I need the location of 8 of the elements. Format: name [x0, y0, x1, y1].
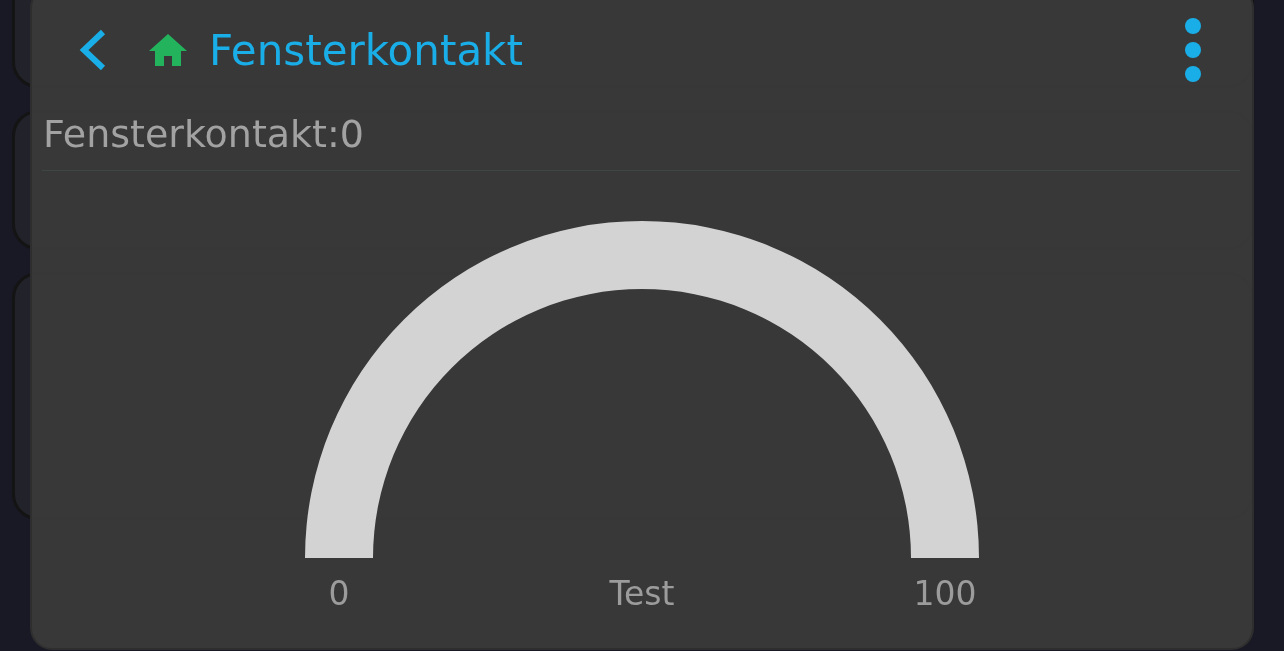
gauge-max-label: 100: [913, 574, 977, 613]
dialog-title: Fensterkontakt: [209, 25, 524, 75]
home-icon[interactable]: [149, 34, 187, 66]
sensor-reading: Fensterkontakt:0: [43, 112, 365, 156]
gauge-min-label: 0: [328, 574, 350, 613]
gauge-label: Test: [609, 574, 675, 613]
back-icon[interactable]: [77, 29, 107, 71]
more-options-icon[interactable]: [1184, 17, 1202, 83]
